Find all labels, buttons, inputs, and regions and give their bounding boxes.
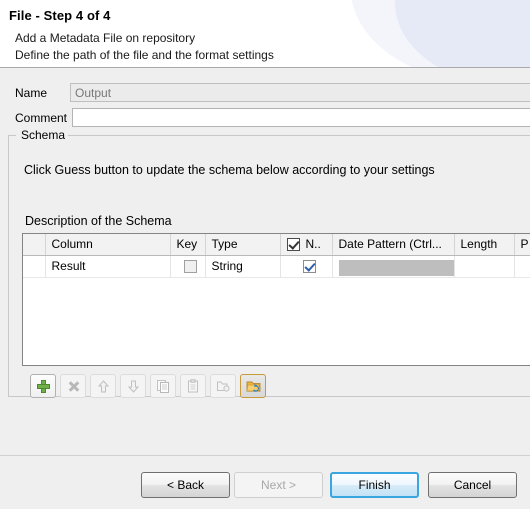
move-up-button[interactable]: [90, 374, 116, 398]
column-header-nullable[interactable]: N..: [280, 234, 333, 256]
column-header-type[interactable]: Type: [205, 234, 281, 256]
cell-date-pattern[interactable]: [332, 255, 455, 278]
move-down-button[interactable]: [120, 374, 146, 398]
key-checkbox[interactable]: [184, 260, 197, 274]
column-header-precision[interactable]: P: [514, 234, 530, 256]
finish-button[interactable]: Finish: [330, 472, 419, 498]
comment-label: Comment: [15, 111, 68, 125]
arrow-down-icon: [127, 380, 139, 393]
column-header-length[interactable]: Length: [454, 234, 515, 256]
cell-key[interactable]: [170, 255, 206, 278]
reset-button[interactable]: [210, 374, 236, 398]
next-button[interactable]: Next >: [234, 472, 323, 498]
cell-column-name[interactable]: Result: [45, 255, 171, 278]
wizard-subtitle-line-2: Define the path of the file and the form…: [15, 48, 274, 62]
copy-button[interactable]: [150, 374, 176, 398]
column-header-nullable-label: N..: [305, 237, 321, 252]
cell-type[interactable]: String: [205, 255, 281, 278]
date-pattern-disabled-fill: [338, 259, 453, 276]
guess-schema-button[interactable]: [240, 374, 266, 398]
row-indicator-cell: [23, 255, 46, 278]
wizard-header: File - Step 4 of 4 Add a Metadata File o…: [0, 0, 530, 68]
table-row[interactable]: Result String 0: [23, 255, 530, 278]
cross-icon: [67, 380, 80, 393]
cell-precision[interactable]: 0: [514, 255, 530, 278]
schema-description-label: Description of the Schema: [25, 214, 172, 228]
back-button[interactable]: < Back: [141, 472, 230, 498]
reset-icon: [217, 381, 230, 392]
cancel-button[interactable]: Cancel: [428, 472, 517, 498]
remove-column-button[interactable]: [60, 374, 86, 398]
nullable-header-checkbox[interactable]: [286, 237, 300, 251]
column-header-rownum[interactable]: [23, 234, 46, 256]
wizard-title: File - Step 4 of 4: [9, 8, 111, 23]
cell-length[interactable]: [454, 255, 515, 278]
copy-icon: [157, 380, 169, 393]
paste-icon: [188, 379, 198, 393]
plus-icon: [36, 379, 50, 393]
cell-nullable[interactable]: [280, 255, 333, 278]
arrow-up-icon: [97, 379, 109, 392]
name-input[interactable]: [70, 83, 530, 102]
nullable-checkbox[interactable]: [302, 260, 316, 274]
guess-hint-text: Click Guess button to update the schema …: [24, 163, 435, 177]
column-header-key[interactable]: Key: [170, 234, 206, 256]
folder-refresh-icon: [246, 381, 260, 392]
table-header-row: Column Key Type N.. Date Pattern (Ctrl..…: [23, 234, 530, 256]
column-header-column[interactable]: Column: [45, 234, 171, 256]
wizard-dialog: File - Step 4 of 4 Add a Metadata File o…: [0, 0, 530, 509]
schema-group-legend: Schema: [18, 128, 69, 142]
schema-table[interactable]: Column Key Type N.. Date Pattern (Ctrl..…: [22, 233, 530, 366]
schema-toolbar: [30, 374, 266, 398]
column-header-date-pattern[interactable]: Date Pattern (Ctrl...: [332, 234, 455, 256]
table-empty-area: [23, 277, 530, 365]
comment-input[interactable]: [72, 108, 530, 127]
paste-button[interactable]: [180, 374, 206, 398]
wizard-footer: < Back Next > Finish Cancel: [0, 456, 530, 509]
name-label: Name: [15, 86, 48, 100]
wizard-subtitle-line-1: Add a Metadata File on repository: [15, 31, 196, 45]
wizard-body: Name Comment Schema Click Guess button t…: [0, 69, 530, 455]
table-empty-cell: [23, 277, 530, 365]
add-column-button[interactable]: [30, 374, 56, 398]
